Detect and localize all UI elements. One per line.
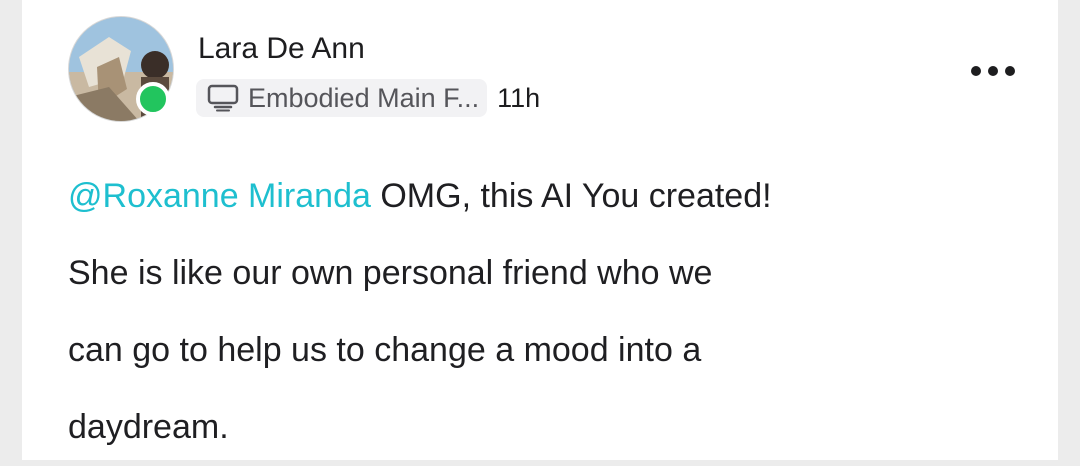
post-line-2: She is like our own personal friend who …	[68, 254, 713, 292]
post-card: Lara De Ann Embodied Main F... 11h @Roxa…	[22, 0, 1058, 460]
post-text-1: OMG, this AI You created!	[370, 177, 772, 215]
more-horizontal-icon	[971, 66, 1015, 76]
more-options-button[interactable]	[964, 56, 1022, 86]
post-body: @Roxanne Miranda OMG, this AI You create…	[68, 158, 1058, 466]
online-status-dot	[136, 82, 170, 116]
post-line-1: @Roxanne Miranda OMG, this AI You create…	[68, 158, 1058, 235]
space-name: Embodied Main F...	[248, 83, 480, 113]
space-chip[interactable]: Embodied Main F...	[196, 79, 488, 117]
post-line-4: daydream.	[68, 408, 229, 446]
post-meta: Embodied Main F... 11h	[196, 78, 540, 118]
author-name[interactable]: Lara De Ann	[198, 29, 365, 69]
post-line-3: can go to help us to change a mood into …	[68, 331, 702, 369]
post-timestamp: 11h	[497, 83, 541, 113]
mention-link[interactable]: @Roxanne Miranda	[68, 177, 371, 215]
author-avatar[interactable]	[68, 16, 174, 122]
monitor-icon	[207, 84, 239, 112]
